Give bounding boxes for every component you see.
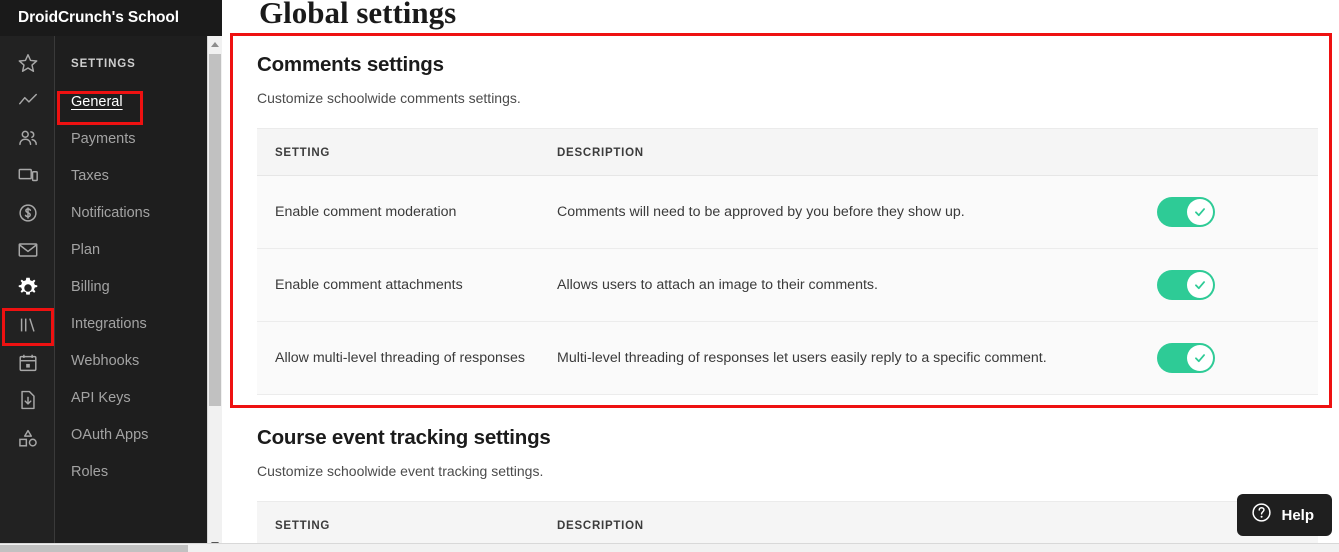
- people-icon: [17, 127, 39, 149]
- tracking-settings-table: SETTING DESCRIPTION: [257, 501, 1318, 543]
- toggle-knob: [1187, 199, 1213, 225]
- gear-icon: [16, 276, 40, 300]
- sidebar-item-api-keys[interactable]: API Keys: [55, 379, 207, 416]
- setting-name-comment-moderation: Enable comment moderation: [257, 175, 539, 249]
- sidebar-item-plan[interactable]: Plan: [55, 231, 207, 268]
- dollar-circle-icon: [17, 202, 39, 224]
- scroll-up-arrow-icon[interactable]: [208, 36, 222, 52]
- table-row: Enable comment attachments Allows users …: [257, 248, 1318, 322]
- envelope-icon: [17, 239, 39, 261]
- setting-name-multi-level-threading: Allow multi-level threading of responses: [257, 321, 539, 395]
- rail-item-analytics[interactable]: [0, 82, 55, 120]
- table-header-row: SETTING DESCRIPTION: [257, 501, 1318, 543]
- column-header-setting: SETTING: [257, 501, 539, 543]
- sidebar-item-webhooks[interactable]: Webhooks: [55, 342, 207, 379]
- brand-title: DroidCrunch's School: [18, 9, 179, 26]
- comments-settings-table: SETTING DESCRIPTION Enable comment moder…: [257, 128, 1318, 395]
- rail-item-library[interactable]: [0, 307, 55, 345]
- books-icon: [17, 314, 39, 336]
- page-title: Global settings: [259, 0, 457, 30]
- toggle-cell: [1139, 321, 1318, 395]
- tracking-settings-subtitle: Customize schoolwide event tracking sett…: [257, 463, 544, 479]
- check-icon: [1195, 354, 1205, 363]
- main-content: Global settings Comments settings Custom…: [222, 0, 1339, 543]
- settings-nav-heading: SETTINGS: [71, 58, 136, 70]
- rail-item-email[interactable]: [0, 232, 55, 270]
- toggle-knob: [1187, 272, 1213, 298]
- sidebar-vertical-scrollbar[interactable]: [207, 36, 222, 552]
- table-row: Allow multi-level threading of responses…: [257, 321, 1318, 395]
- rail-item-payments[interactable]: [0, 194, 55, 232]
- column-header-description: DESCRIPTION: [539, 501, 1139, 543]
- tracking-settings-title: Course event tracking settings: [257, 426, 551, 449]
- sidebar-item-integrations[interactable]: Integrations: [55, 305, 207, 342]
- setting-description-comment-attachments: Allows users to attach an image to their…: [539, 248, 1139, 322]
- settings-nav: SETTINGS General Payments Taxes Notifica…: [55, 36, 207, 552]
- rail-item-settings[interactable]: [0, 269, 55, 307]
- toggle-cell: [1139, 248, 1318, 322]
- devices-icon: [17, 164, 39, 186]
- rail-item-downloads[interactable]: [0, 382, 55, 420]
- toggle-cell: [1139, 175, 1318, 249]
- analytics-trend-icon: [17, 89, 39, 111]
- sidebar-item-payments[interactable]: Payments: [55, 120, 207, 157]
- comments-settings-section: Comments settings Customize schoolwide c…: [222, 53, 1339, 395]
- rail-item-shapes[interactable]: [0, 419, 55, 457]
- icon-rail: [0, 36, 55, 552]
- left-dark-panel: DroidCrunch's School SETTINGS General Pa…: [0, 0, 222, 552]
- column-header-setting: SETTING: [257, 128, 539, 176]
- toggle-knob: [1187, 345, 1213, 371]
- app-window: DroidCrunch's School SETTINGS General Pa…: [0, 0, 1339, 552]
- check-icon: [1195, 281, 1205, 290]
- sidebar-item-notifications[interactable]: Notifications: [55, 194, 207, 231]
- sidebar-scrollbar-thumb[interactable]: [209, 54, 221, 406]
- help-button[interactable]: Help: [1237, 494, 1332, 536]
- column-header-toggle: [1139, 128, 1318, 176]
- rail-item-devices[interactable]: [0, 157, 55, 195]
- column-header-description: DESCRIPTION: [539, 128, 1139, 176]
- rail-item-people[interactable]: [0, 119, 55, 157]
- question-circle-icon: [1251, 502, 1272, 528]
- sidebar-item-general[interactable]: General: [55, 83, 207, 120]
- rail-item-star[interactable]: [0, 44, 55, 82]
- table-header-row: SETTING DESCRIPTION: [257, 128, 1318, 176]
- sidebar-item-taxes[interactable]: Taxes: [55, 157, 207, 194]
- shapes-icon: [17, 427, 39, 449]
- sidebar-item-roles[interactable]: Roles: [55, 453, 207, 490]
- window-horizontal-scrollbar[interactable]: [0, 543, 1339, 552]
- comments-settings-subtitle: Customize schoolwide comments settings.: [257, 90, 521, 106]
- setting-name-comment-attachments: Enable comment attachments: [257, 248, 539, 322]
- sidebar-item-oauth-apps[interactable]: OAuth Apps: [55, 416, 207, 453]
- star-icon: [17, 52, 39, 74]
- toggle-multi-level-threading[interactable]: [1157, 343, 1215, 373]
- setting-description-comment-moderation: Comments will need to be approved by you…: [539, 175, 1139, 249]
- sidebar-item-billing[interactable]: Billing: [55, 268, 207, 305]
- setting-description-multi-level-threading: Multi-level threading of responses let u…: [539, 321, 1139, 395]
- horizontal-scrollbar-thumb[interactable]: [0, 545, 188, 552]
- course-event-tracking-section: Course event tracking settings Customize…: [222, 426, 1339, 543]
- calendar-icon: [17, 352, 39, 374]
- help-button-label: Help: [1281, 506, 1314, 524]
- table-row: Enable comment moderation Comments will …: [257, 175, 1318, 249]
- check-icon: [1195, 208, 1205, 217]
- rail-item-calendar[interactable]: [0, 344, 55, 382]
- brand-bar: DroidCrunch's School: [0, 0, 222, 36]
- toggle-comment-moderation[interactable]: [1157, 197, 1215, 227]
- comments-settings-title: Comments settings: [257, 53, 444, 76]
- toggle-comment-attachments[interactable]: [1157, 270, 1215, 300]
- file-download-icon: [17, 389, 39, 411]
